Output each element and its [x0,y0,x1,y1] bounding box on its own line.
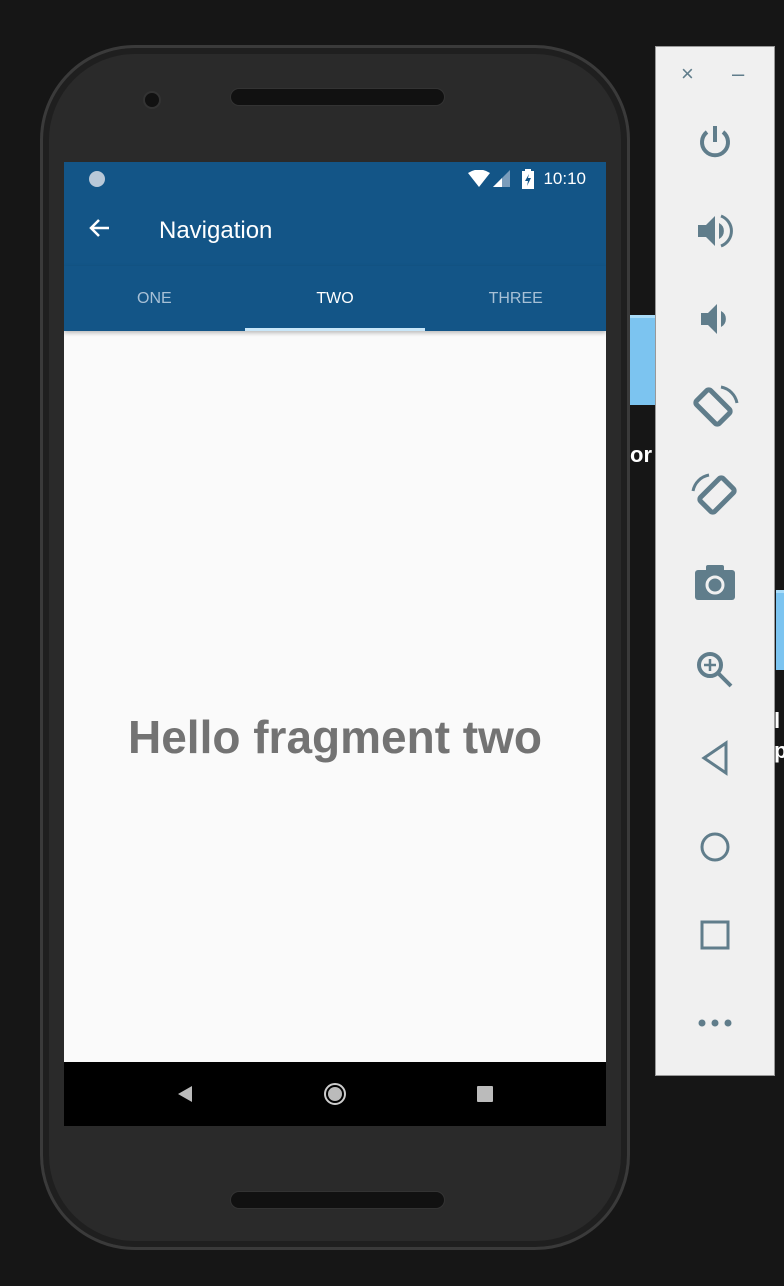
back-button[interactable] [656,728,774,788]
close-button[interactable]: × [681,61,694,87]
system-nav-bar [64,1062,606,1126]
triangle-back-icon [701,740,728,776]
rotate-right-icon [691,473,737,515]
zoom-in-icon [697,652,733,688]
volume-up-icon [698,214,733,248]
front-camera [143,91,161,109]
nav-back-button[interactable] [110,1085,260,1103]
volume-down-icon [701,304,726,334]
volume-down-button[interactable] [656,289,774,349]
square-overview-icon [700,920,730,950]
tab-three[interactable]: THREE [425,266,606,331]
phone-screen: 10:10 Navigation ONE TWO THREE Hello fra… [64,162,606,1126]
tab-one[interactable]: ONE [64,266,245,331]
rotate-left-button[interactable] [656,377,774,437]
toolbar-title: Navigation [159,217,273,244]
app-toolbar: Navigation [64,196,606,266]
tab-two[interactable]: TWO [244,266,426,331]
power-icon [700,126,730,158]
circle-home-icon [700,832,730,862]
screenshot-button[interactable] [656,552,774,612]
minimize-button[interactable]: – [732,61,744,87]
square-recents-icon [477,1086,493,1102]
circle-home-icon [324,1083,346,1105]
more-dots-icon [698,1019,732,1027]
home-button[interactable] [656,817,774,877]
nav-home-button[interactable] [260,1082,410,1106]
signal-icon [493,170,511,187]
top-speaker [230,88,445,106]
wifi-icon [468,170,491,187]
rotate-left-icon [693,385,739,427]
zoom-button[interactable] [656,640,774,700]
fragment-text: Hello fragment two [127,710,543,763]
tab-bar: ONE TWO THREE [64,266,606,331]
nav-recents-button[interactable] [410,1086,560,1102]
volume-up-button[interactable] [656,201,774,261]
more-button[interactable] [656,993,774,1053]
desktop-folder-icon [630,315,655,405]
fragment-content: Hello fragment two [64,331,606,1062]
clock: 10:10 [543,169,586,188]
camera-icon [695,565,735,600]
overview-button[interactable] [656,905,774,965]
bottom-speaker [230,1191,445,1209]
desktop-label: or [630,442,652,467]
desktop-folder-icon [776,590,784,670]
notification-icon [89,171,105,187]
emulator-control-panel: × – [655,46,775,1076]
triangle-back-icon [178,1086,192,1102]
status-bar: 10:10 [64,162,606,196]
desktop-label: p [774,738,784,763]
rotate-right-button[interactable] [656,465,774,525]
battery-charging-icon [522,169,535,189]
arrow-back-icon[interactable] [64,216,159,247]
power-button[interactable] [656,112,774,172]
